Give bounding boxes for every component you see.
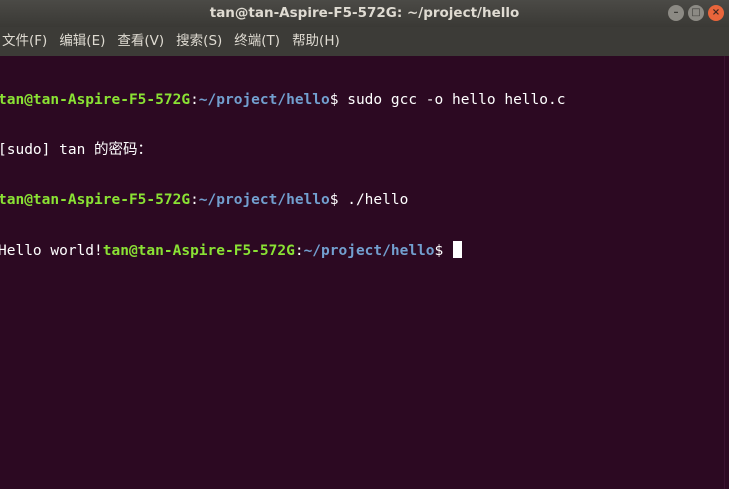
terminal-line: tan@tan-Aspire-F5-572G:~/project/hello$ … <box>0 191 724 209</box>
terminal-window: tan@tan-Aspire-F5-572G: ~/project/hello … <box>0 0 729 489</box>
prompt-path: ~/project/hello <box>198 92 330 108</box>
output-text: [sudo] tan 的密码： <box>0 142 153 158</box>
prompt-separator: : <box>190 192 199 208</box>
prompt-user: tan@tan-Aspire-F5-572G <box>102 243 295 259</box>
prompt-path: ~/project/hello <box>303 243 435 259</box>
terminal-output[interactable]: tan@tan-Aspire-F5-572G:~/project/hello$ … <box>0 56 724 489</box>
menu-file[interactable]: 文件(F) <box>0 27 53 56</box>
prompt-separator: : <box>190 92 199 108</box>
title-bar[interactable]: tan@tan-Aspire-F5-572G: ~/project/hello … <box>0 0 729 27</box>
maximize-button[interactable]: □ <box>688 5 704 21</box>
close-icon: × <box>711 7 721 18</box>
close-button[interactable]: × <box>708 5 724 21</box>
scrollbar[interactable] <box>724 56 729 489</box>
terminal-line: [sudo] tan 的密码： <box>0 141 724 159</box>
window-title: tan@tan-Aspire-F5-572G: ~/project/hello <box>209 5 520 21</box>
command-text: $ sudo gcc -o hello hello.c <box>329 92 566 108</box>
menu-view[interactable]: 查看(V) <box>115 27 170 56</box>
terminal-line: Hello world!tan@tan-Aspire-F5-572G:~/pro… <box>0 241 724 259</box>
prompt-separator: : <box>294 243 304 259</box>
menu-terminal[interactable]: 终端(T) <box>232 27 286 56</box>
text-cursor <box>452 241 462 258</box>
command-text: $ ./hello <box>329 192 409 208</box>
minimize-button[interactable]: – <box>668 5 684 21</box>
prompt-user: tan@tan-Aspire-F5-572G <box>0 192 191 208</box>
menu-help[interactable]: 帮助(H) <box>290 27 346 56</box>
command-text: $ <box>434 243 452 259</box>
maximize-icon: □ <box>691 7 701 18</box>
prompt-path: ~/project/hello <box>198 192 330 208</box>
menu-bar: 文件(F) 编辑(E) 查看(V) 搜索(S) 终端(T) 帮助(H) <box>0 27 729 56</box>
minimize-icon: – <box>673 7 679 18</box>
window-controls: – □ × <box>668 5 724 21</box>
output-text: Hello world! <box>0 243 103 259</box>
prompt-user: tan@tan-Aspire-F5-572G <box>0 92 191 108</box>
menu-search[interactable]: 搜索(S) <box>174 27 228 56</box>
menu-edit[interactable]: 编辑(E) <box>57 27 111 56</box>
terminal-line: tan@tan-Aspire-F5-572G:~/project/hello$ … <box>0 91 724 109</box>
